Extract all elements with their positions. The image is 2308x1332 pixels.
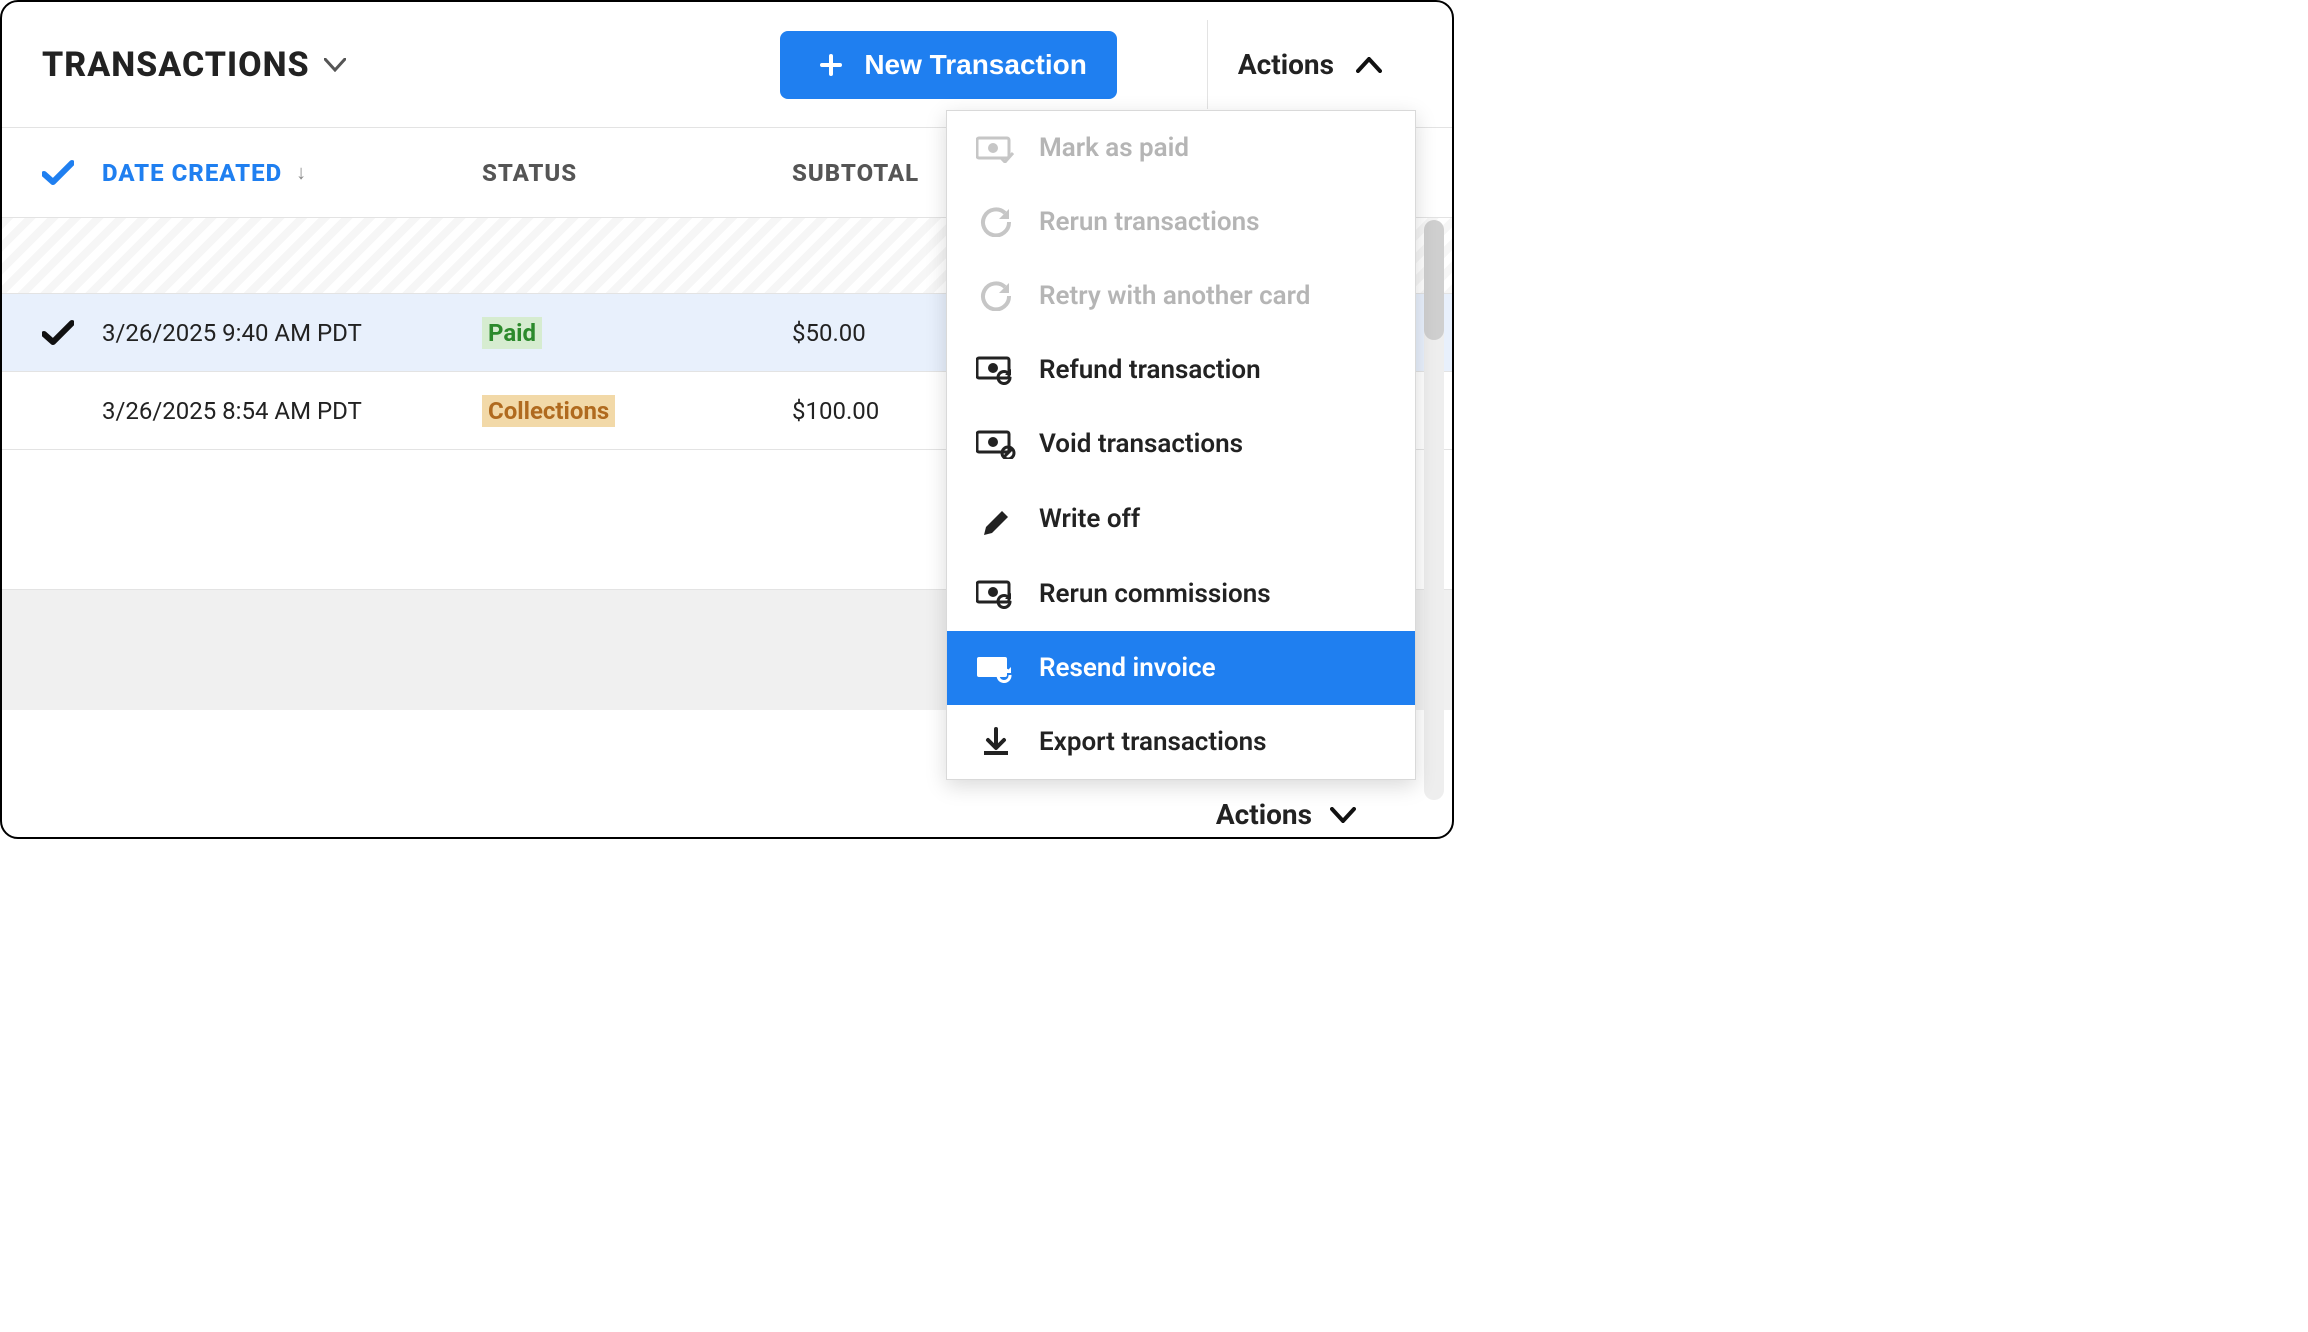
action-label: Export transactions xyxy=(1039,727,1266,757)
action-resend-invoice[interactable]: Resend invoice xyxy=(947,631,1415,705)
column-date-created[interactable]: Date Created ↓ xyxy=(102,159,482,187)
vertical-scrollbar-thumb[interactable] xyxy=(1424,220,1444,340)
actions-bottom-toggle[interactable]: Actions xyxy=(1216,798,1356,831)
app-window: Transactions New Transaction Actions Dat… xyxy=(0,0,1454,839)
action-write-off[interactable]: Write off xyxy=(947,481,1415,557)
action-label: Resend invoice xyxy=(1039,653,1216,683)
page-title-dropdown[interactable]: Transactions xyxy=(42,45,346,85)
actions-bottom-label: Actions xyxy=(1216,798,1312,831)
money-void-icon xyxy=(975,429,1017,459)
chevron-up-icon xyxy=(1356,57,1382,73)
row-checkbox[interactable] xyxy=(42,320,102,346)
select-all-checkbox[interactable] xyxy=(42,160,102,186)
column-subtotal[interactable]: Subtotal xyxy=(792,159,919,187)
cell-status: Collections xyxy=(482,397,792,425)
refresh-icon xyxy=(975,207,1017,237)
refresh-icon xyxy=(975,281,1017,311)
pencil-icon xyxy=(975,503,1017,535)
download-icon xyxy=(975,727,1017,757)
cell-status: Paid xyxy=(482,319,792,347)
money-rerun-icon xyxy=(975,579,1017,609)
actions-menu-toggle[interactable]: Actions xyxy=(1207,20,1412,109)
action-export-transactions[interactable]: Export transactions xyxy=(947,705,1415,779)
cell-date: 3/26/2025 8:54 AM PDT xyxy=(102,397,482,425)
column-status[interactable]: Status xyxy=(482,159,792,187)
new-transaction-button[interactable]: New Transaction xyxy=(780,31,1117,99)
chevron-down-icon xyxy=(324,58,346,72)
mail-resend-icon xyxy=(975,653,1017,683)
column-subtotal-label: Subtotal xyxy=(792,159,919,187)
action-retry-with-another-card: Retry with another card xyxy=(947,259,1415,333)
action-label: Rerun transactions xyxy=(1039,207,1259,237)
money-rerun-icon xyxy=(975,355,1017,385)
column-status-label: Status xyxy=(482,159,577,187)
cell-subtotal: $50.00 xyxy=(792,319,866,347)
page-title: Transactions xyxy=(42,45,310,85)
action-label: Mark as paid xyxy=(1039,133,1189,163)
action-void-transactions[interactable]: Void transactions xyxy=(947,407,1415,481)
action-rerun-commissions[interactable]: Rerun commissions xyxy=(947,557,1415,631)
sort-descending-icon: ↓ xyxy=(296,160,307,185)
action-refund-transaction[interactable]: Refund transaction xyxy=(947,333,1415,407)
cell-subtotal: $100.00 xyxy=(792,397,879,425)
actions-label: Actions xyxy=(1238,48,1334,81)
action-label: Write off xyxy=(1039,504,1140,534)
new-transaction-label: New Transaction xyxy=(864,49,1087,81)
action-label: Refund transaction xyxy=(1039,355,1261,385)
action-mark-as-paid: Mark as paid xyxy=(947,111,1415,185)
plus-icon xyxy=(810,53,852,77)
action-label: Void transactions xyxy=(1039,429,1243,459)
money-check-icon xyxy=(975,133,1017,163)
vertical-scrollbar-track[interactable] xyxy=(1424,220,1444,800)
action-label: Rerun commissions xyxy=(1039,579,1271,609)
action-rerun-transactions: Rerun transactions xyxy=(947,185,1415,259)
cell-date: 3/26/2025 9:40 AM PDT xyxy=(102,319,482,347)
chevron-down-icon xyxy=(1330,807,1356,823)
actions-dropdown: Mark as paid Rerun transactions Retry wi… xyxy=(946,110,1416,780)
column-date-label: Date Created xyxy=(102,159,282,187)
action-label: Retry with another card xyxy=(1039,281,1310,311)
